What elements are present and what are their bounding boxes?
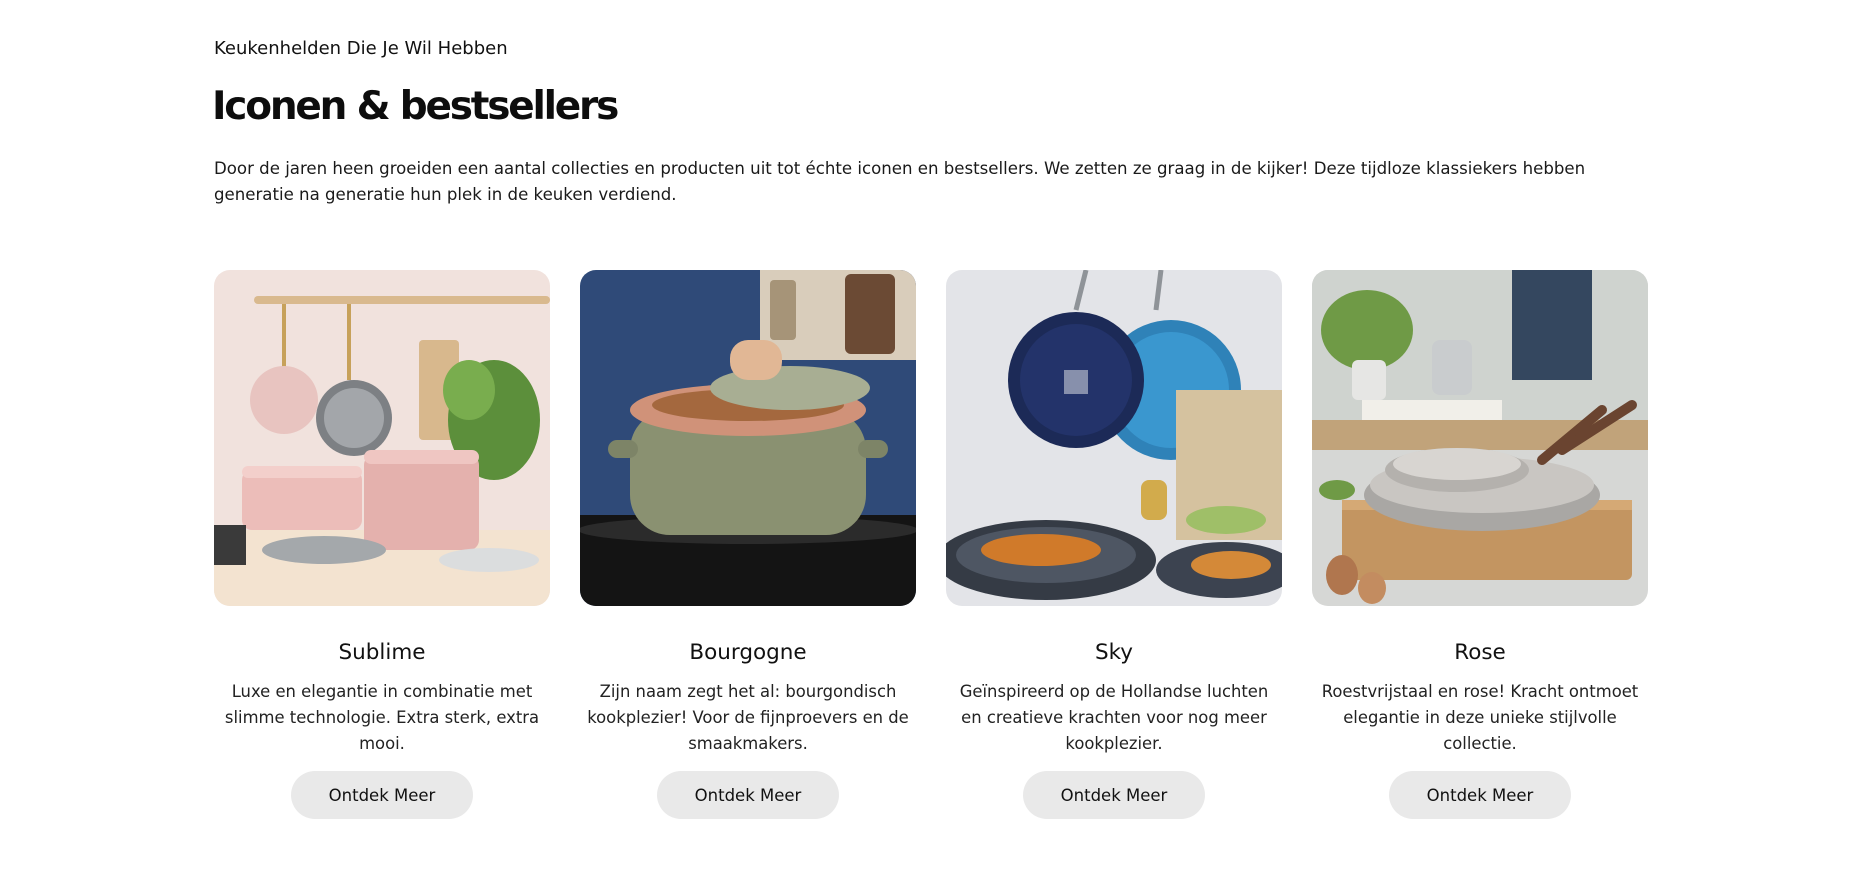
- card-bourgogne: Bourgogne Zijn naam zegt het al: bourgon…: [580, 270, 916, 819]
- discover-more-button-sublime[interactable]: Ontdek Meer: [291, 771, 473, 819]
- card-image-rose[interactable]: [1312, 270, 1648, 606]
- section-title: Iconen & bestsellers: [212, 84, 619, 129]
- card-text-sublime: Luxe en elegantie in combinatie met slim…: [224, 682, 540, 753]
- page: Keukenhelden Die Je Wil Hebben Iconen & …: [0, 0, 1874, 876]
- section-intro: Door de jaren heen groeiden een aantal c…: [214, 159, 1586, 204]
- card-image-sublime[interactable]: [214, 270, 550, 606]
- card-image-sky[interactable]: [946, 270, 1282, 606]
- sublime-cookware-photo: [214, 270, 550, 606]
- card-text-sky: Geïnspireerd op de Hollandse luchten en …: [959, 682, 1269, 753]
- card-title-bourgogne: Bourgogne: [689, 640, 807, 665]
- section-eyebrow: Keukenhelden Die Je Wil Hebben: [214, 38, 508, 59]
- card-text-bourgogne: Zijn naam zegt het al: bourgondisch kook…: [587, 682, 909, 753]
- card-text-rose: Roestvrijstaal en rose! Kracht ontmoet e…: [1321, 682, 1639, 753]
- bourgogne-casserole-photo: [580, 270, 916, 606]
- discover-more-button-bourgogne[interactable]: Ontdek Meer: [657, 771, 839, 819]
- sky-pans-photo: [946, 270, 1282, 606]
- card-image-bourgogne[interactable]: [580, 270, 916, 606]
- card-title-sublime: Sublime: [338, 640, 426, 665]
- card-title-rose: Rose: [1454, 640, 1506, 665]
- discover-more-button-sky[interactable]: Ontdek Meer: [1023, 771, 1205, 819]
- rose-stainless-pans-photo: [1312, 270, 1648, 606]
- product-cards: Sublime Luxe en elegantie in combinatie …: [214, 270, 1654, 819]
- card-rose: Rose Roestvrijstaal en rose! Kracht ontm…: [1312, 270, 1648, 819]
- card-sublime: Sublime Luxe en elegantie in combinatie …: [214, 270, 550, 819]
- card-sky: Sky Geïnspireerd op de Hollandse luchten…: [946, 270, 1282, 819]
- discover-more-button-rose[interactable]: Ontdek Meer: [1389, 771, 1571, 819]
- card-title-sky: Sky: [1094, 640, 1134, 665]
